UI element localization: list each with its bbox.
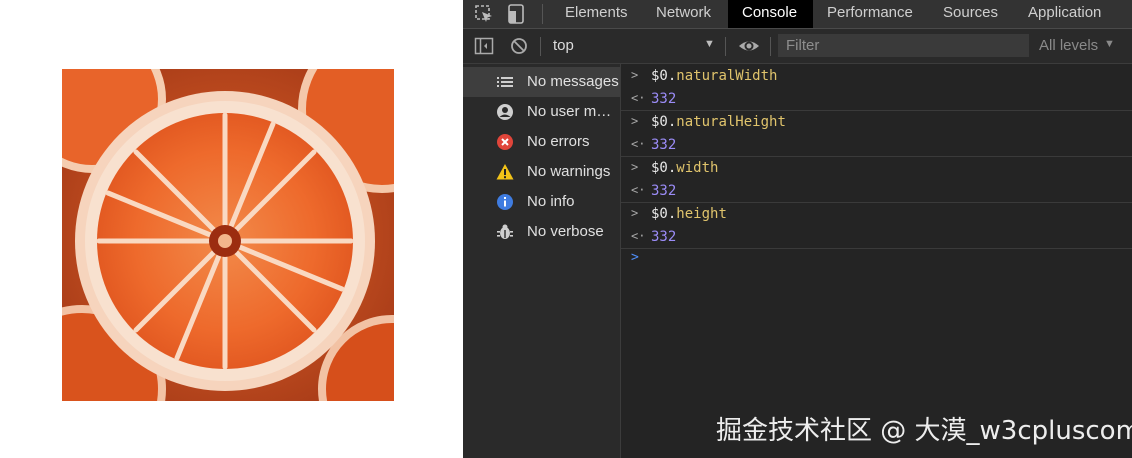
sidebar-item-info[interactable]: No info <box>463 187 620 217</box>
sidebar-item-verbose[interactable]: No verbose <box>463 217 620 247</box>
watermark: 掘金技术社区 @ 大漠_w3cpluscom <box>716 416 1132 446</box>
console-output[interactable]: > $0.naturalWidth <· 332 > $0.naturalHei… <box>621 64 1132 458</box>
tab-performance[interactable]: Performance <box>813 0 927 28</box>
context-selector[interactable]: top <box>553 37 574 54</box>
filter-input[interactable] <box>778 34 1029 57</box>
toolbar-divider <box>540 37 541 56</box>
result-arrow-icon: <· <box>631 91 646 105</box>
tab-console[interactable]: Console <box>728 0 813 28</box>
inspect-element-icon[interactable] <box>473 3 495 25</box>
sidebar-item-label: No user me… <box>527 103 619 120</box>
console-command: $0.naturalHeight <box>651 114 786 130</box>
chevron-down-icon[interactable]: ▼ <box>704 38 715 50</box>
sidebar-item-label: No verbose <box>527 223 604 240</box>
tabbar-divider <box>542 4 543 24</box>
devtools-tabbar: Elements Network Console Performance Sou… <box>463 0 1132 29</box>
bug-icon <box>496 223 514 241</box>
console-entry: > $0.width <· 332 <box>621 156 1132 203</box>
input-chevron-icon: > <box>631 206 639 220</box>
console-result: 332 <box>651 137 677 153</box>
sidebar-item-label: No errors <box>527 133 590 150</box>
user-icon <box>496 103 514 121</box>
warning-icon <box>496 163 514 181</box>
clear-console-icon[interactable] <box>509 36 529 56</box>
result-arrow-icon: <· <box>631 229 646 243</box>
toolbar-divider <box>725 37 726 56</box>
sidebar-item-errors[interactable]: No errors <box>463 127 620 157</box>
console-result: 332 <box>651 183 677 199</box>
sidebar-item-messages[interactable]: No messages <box>463 67 620 97</box>
console-input-prompt[interactable]: > <box>631 250 639 265</box>
tab-sources[interactable]: Sources <box>929 0 1012 28</box>
input-chevron-icon: > <box>631 114 639 128</box>
list-icon <box>496 73 514 91</box>
sidebar-item-label: No warnings <box>527 163 611 180</box>
tab-application[interactable]: Application <box>1014 0 1115 28</box>
sidebar-item-warnings[interactable]: No warnings <box>463 157 620 187</box>
image-icon <box>62 69 394 401</box>
console-entry: > $0.height <· 332 <box>621 202 1132 249</box>
toolbar-divider <box>770 37 771 56</box>
sidebar-toggle-icon[interactable] <box>474 36 494 56</box>
console-toolbar: top ▼ All levels ▼ <box>463 29 1132 64</box>
tab-network[interactable]: Network <box>642 0 725 28</box>
log-levels-dropdown[interactable]: All levels <box>1039 37 1098 54</box>
console-sidebar: No messages No user me… No errors No war… <box>463 64 621 458</box>
input-chevron-icon: > <box>631 68 639 82</box>
console-entry: > $0.naturalWidth <· 332 <box>621 64 1132 111</box>
device-toolbar-icon[interactable] <box>505 3 527 25</box>
orange-image <box>62 69 394 401</box>
devtools-panel: Elements Network Console Performance Sou… <box>463 0 1132 458</box>
console-command: $0.naturalWidth <box>651 68 778 84</box>
sidebar-item-label: No info <box>527 193 575 210</box>
result-arrow-icon: <· <box>631 137 646 151</box>
sidebar-item-user-messages[interactable]: No user me… <box>463 97 620 127</box>
console-result: 332 <box>651 229 677 245</box>
console-command: $0.width <box>651 160 719 176</box>
input-chevron-icon: > <box>631 160 639 174</box>
console-result: 332 <box>651 91 677 107</box>
sidebar-item-label: No messages <box>527 73 619 90</box>
result-arrow-icon: <· <box>631 183 646 197</box>
info-icon <box>496 193 514 211</box>
console-entry: > $0.naturalHeight <· 332 <box>621 110 1132 157</box>
console-command: $0.height <box>651 206 727 222</box>
eye-icon[interactable] <box>738 36 759 56</box>
error-icon <box>496 133 514 151</box>
tab-elements[interactable]: Elements <box>551 0 642 28</box>
chevron-down-icon[interactable]: ▼ <box>1104 38 1115 50</box>
